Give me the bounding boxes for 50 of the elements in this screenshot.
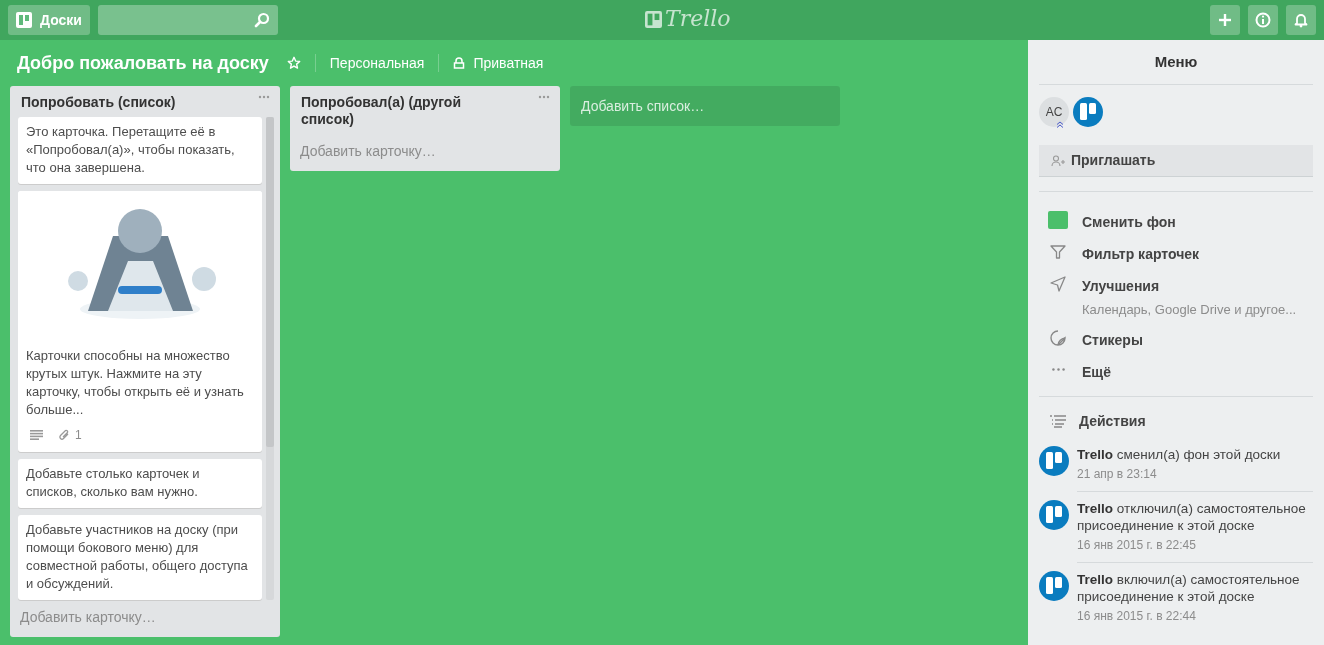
list-title[interactable]: Попробовать (список) bbox=[21, 94, 221, 111]
notification-bell-icon bbox=[1293, 12, 1309, 28]
menu-item[interactable]: Стикеры bbox=[1082, 329, 1143, 351]
activity-time: 21 апр в 23:14 bbox=[1077, 465, 1158, 483]
search-icon bbox=[253, 12, 270, 28]
card[interactable]: Добавьте участников на доску (при помощи бокового меню) для совместной работы, общего доступа и обсуждений. bbox=[18, 515, 262, 600]
board-icon bbox=[16, 12, 32, 28]
card[interactable]: Карточки способны на множество крутых штук. Нажмите на эту карточку, чтобы открыть её и узнать больше... 1 bbox=[18, 191, 262, 452]
more-icon bbox=[1051, 368, 1065, 371]
sticker-icon bbox=[1049, 328, 1067, 347]
list-menu-icon[interactable] bbox=[538, 95, 550, 99]
lock-icon bbox=[453, 57, 466, 69]
filter-icon bbox=[1049, 243, 1067, 261]
activity-time: 16 янв 2015 г. в 22:44 bbox=[1077, 607, 1197, 625]
activity-time: 16 янв 2015 г. в 22:45 bbox=[1077, 536, 1197, 554]
add-icon bbox=[1217, 12, 1233, 28]
search-field[interactable] bbox=[97, 5, 278, 35]
activity-icon bbox=[1049, 414, 1067, 428]
menu-item[interactable]: Сменить фон bbox=[1082, 212, 1176, 233]
card[interactable]: Это карточка. Перетащите её в «Попробовал(а)», чтобы показать, что она завершена. bbox=[18, 117, 262, 184]
activity-text: Trello сменил(а) фон этой доски bbox=[1077, 445, 1282, 463]
trello-avatar-icon bbox=[1039, 570, 1069, 601]
card-text: Карточки способны на множество крутых штук. Нажмите на эту карточку, чтобы открыть её и узнать больше... bbox=[25, 347, 245, 419]
activity-text: Trello включил(а) самостоятельное присоединение к этой доске bbox=[1077, 570, 1301, 605]
member-avatar[interactable]: AC bbox=[1039, 97, 1069, 127]
menu-item[interactable]: Фильтр карточек bbox=[1082, 244, 1200, 265]
card[interactable]: Добавьте столько карточек и списков, сколько вам нужно. bbox=[18, 459, 262, 508]
menu-item[interactable]: Ещё bbox=[1082, 361, 1111, 383]
notification-bell-button[interactable] bbox=[1286, 5, 1316, 35]
add-button[interactable] bbox=[1210, 5, 1240, 35]
member-avatar[interactable] bbox=[1073, 97, 1103, 127]
trello-avatar-icon bbox=[1039, 499, 1069, 530]
info-icon bbox=[1255, 12, 1271, 28]
invite-button[interactable]: Приглашать bbox=[1039, 145, 1313, 177]
trello-avatar-icon bbox=[1073, 97, 1103, 127]
paperclip-icon bbox=[59, 429, 70, 441]
attachment-count: 1 bbox=[75, 427, 82, 444]
menu-item[interactable]: Улучшения bbox=[1082, 276, 1297, 297]
list-menu-icon[interactable] bbox=[258, 95, 270, 99]
activity-text: Trello отключил(а) самостоятельное присоединение к этой доске bbox=[1077, 499, 1307, 534]
activity-title: Действия bbox=[1079, 411, 1146, 431]
add-member-icon bbox=[1051, 154, 1065, 167]
admin-chevron-icon bbox=[1056, 121, 1064, 128]
scrollbar-thumb[interactable] bbox=[266, 117, 274, 447]
trello-avatar-icon bbox=[1039, 445, 1069, 476]
star-icon[interactable] bbox=[286, 56, 301, 70]
list-title[interactable]: Попробовал(а) (другой список) bbox=[301, 94, 501, 128]
sidebar-title: Меню bbox=[1154, 51, 1198, 72]
info-button[interactable] bbox=[1248, 5, 1278, 35]
menu-item-subtitle: Календарь, Google Drive и другое... bbox=[1082, 301, 1297, 319]
